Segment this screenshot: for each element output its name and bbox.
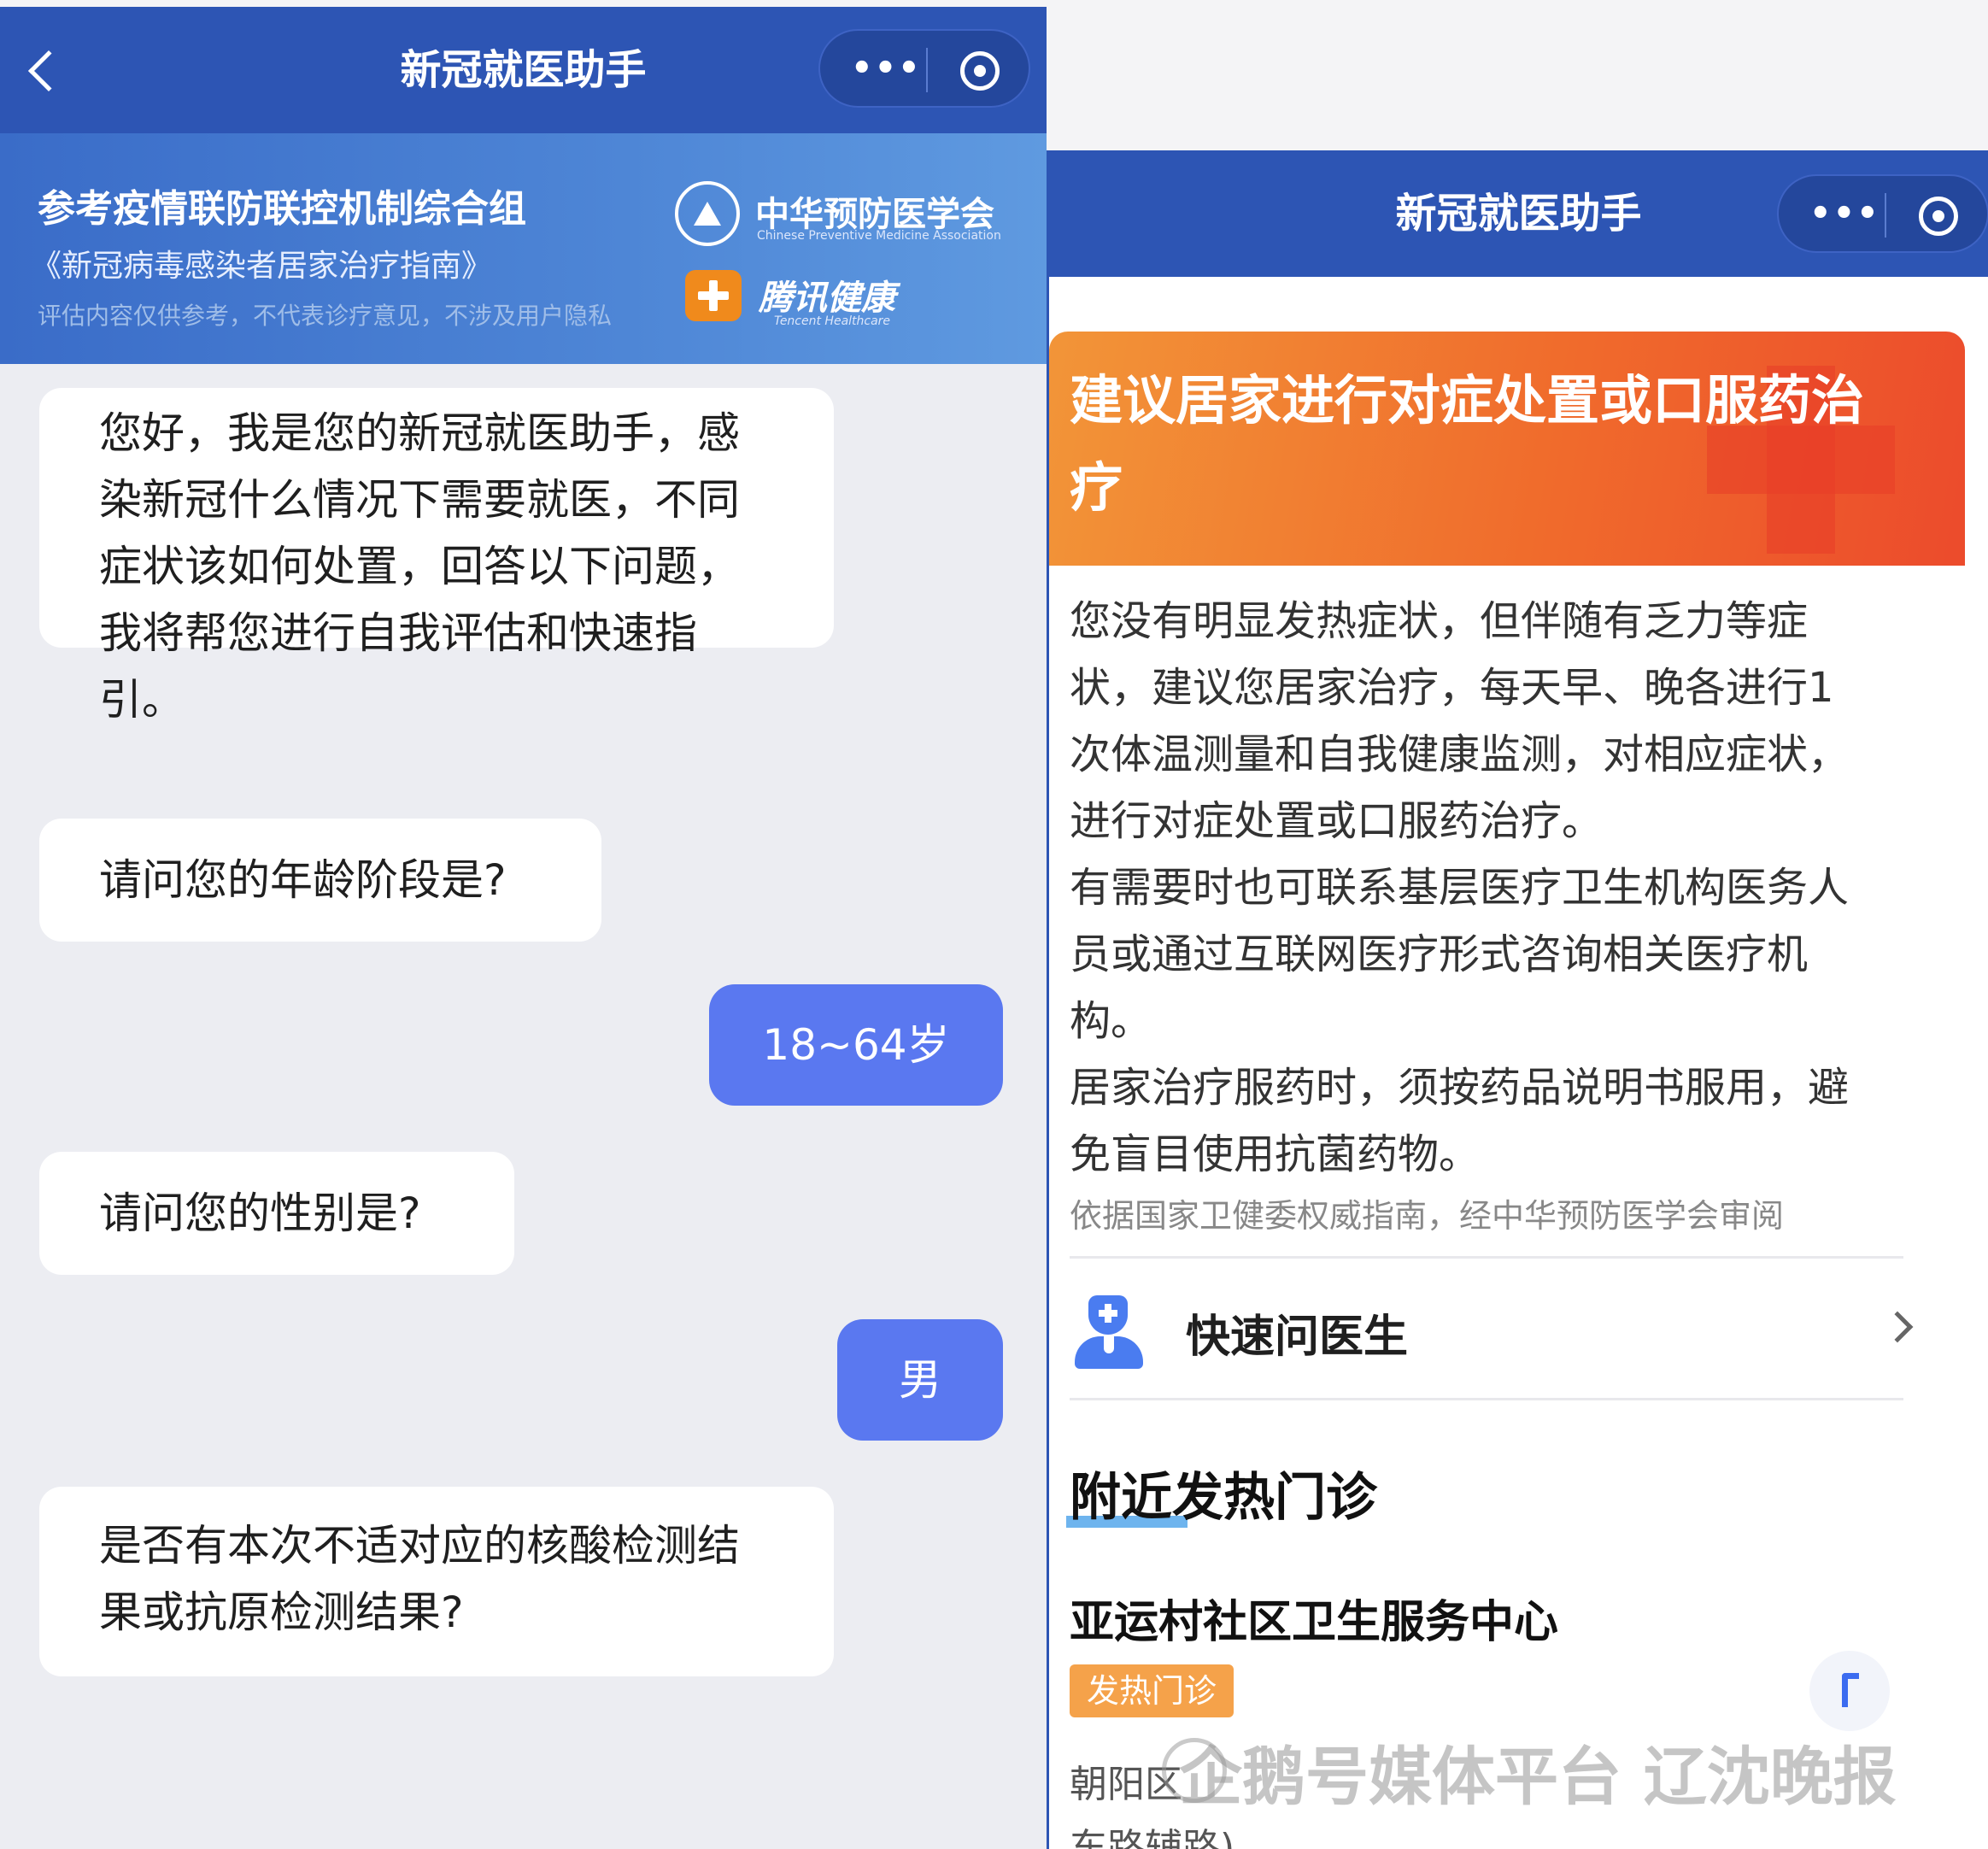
advice-line: 次体温测量和自我健康监测，对相应症状，: [1070, 731, 1850, 778]
divider: [1070, 1398, 1903, 1400]
source-note: 依据国家卫健委权威指南，经中华预防医学会审阅: [1070, 1197, 1785, 1235]
capsule-divider: [926, 48, 928, 92]
screenshot-composite: 新冠就医助手 ••• 参考疫情联防联控机制综合组 《新冠病毒感染者居家治疗指南》…: [0, 0, 1988, 1849]
advice-line: 构。: [1070, 997, 1152, 1045]
tencent-health-logo-subtitle: Tencent Healthcare: [774, 314, 891, 328]
chat-screen: 新冠就医助手 ••• 参考疫情联防联控机制综合组 《新冠病毒感染者居家治疗指南》…: [0, 7, 1047, 1849]
advice-line: 员或通过互联网医疗形式咨询相关医疗机: [1070, 930, 1809, 978]
close-target-icon[interactable]: [960, 51, 1000, 91]
chevron-right-icon: [1881, 1311, 1914, 1343]
source-banner: 参考疫情联防联控机制综合组 《新冠病毒感染者居家治疗指南》 评估内容仅供参考，不…: [0, 133, 1047, 364]
tencent-health-logo-icon: [685, 270, 742, 321]
result-screen: 新冠就医助手 ••• 建议居家进行对症处置或口服药治疗 您没有明显发热症状，但伴…: [1047, 150, 1988, 1849]
more-menu-icon[interactable]: •••: [851, 51, 920, 85]
divider: [1070, 1256, 1903, 1259]
message-line: 您好，我是您的新冠就医助手，感: [99, 408, 740, 458]
tencent-health-logo-title: 腾讯健康: [759, 279, 895, 318]
doctor-body-shape: [1075, 1336, 1143, 1369]
doctor-icon: [1075, 1295, 1143, 1369]
bot-message-age: 请问您的年龄阶段是?: [39, 819, 601, 942]
result-title: 建议居家进行对症处置或口服药治疗: [1070, 369, 1865, 519]
advice-line: 免盲目使用抗菌药物。: [1070, 1130, 1481, 1178]
cpma-logo-icon: [675, 181, 740, 246]
banner-disclaimer: 评估内容仅供参考，不代表诊疗意见，不涉及用户隐私: [38, 302, 613, 330]
bot-message-greeting: 您好，我是您的新冠就医助手，感 染新冠什么情况下需要就医，不同 症状该如何处置，…: [39, 388, 834, 725]
capsule-divider: [1885, 193, 1886, 238]
address-line: 东路辅路): [1070, 1826, 1235, 1849]
result-header-card: 建议居家进行对症处置或口服药治疗: [1049, 332, 1965, 566]
navigate-button[interactable]: [1809, 1651, 1890, 1731]
close-target-icon[interactable]: [1919, 197, 1958, 236]
message-line: 是否有本次不适对应的核酸检测结: [99, 1521, 740, 1570]
more-menu-icon[interactable]: •••: [1809, 197, 1879, 231]
bot-message-gender: 请问您的性别是?: [39, 1152, 514, 1275]
banner-source-line: 参考疫情联防联控机制综合组: [38, 187, 526, 231]
top-nav-bar: 新冠就医助手 •••: [1049, 150, 1988, 277]
turn-arrow-icon: [1842, 1673, 1859, 1707]
top-nav-bar: 新冠就医助手 •••: [0, 7, 1047, 133]
result-advice-text: 您没有明显发热症状，但伴随有乏力等症 状，建议您居家治疗，每天早、晚各进行1 次…: [1070, 588, 1932, 1188]
nearby-clinics-title: 附近发热门诊: [1070, 1468, 1377, 1528]
advice-line: 您没有明显发热症状，但伴随有乏力等症: [1070, 597, 1809, 645]
message-line: 引。: [99, 675, 185, 725]
advice-line: 进行对症处置或口服药治疗。: [1070, 797, 1604, 845]
doctor-head-shape: [1088, 1295, 1128, 1335]
fever-clinic-badge: 发热门诊: [1070, 1664, 1234, 1717]
bot-message-test-result: 是否有本次不适对应的核酸检测结 果或抗原检测结果?: [39, 1487, 834, 1676]
advice-line: 有需要时也可联系基层医疗卫生机构医务人: [1070, 864, 1850, 912]
watermark-text: 企鹅号媒体平台 辽沈晚报: [1179, 1740, 1897, 1814]
message-line: 果或抗原检测结果?: [99, 1588, 464, 1637]
advice-line: 居家治疗服药时，须按药品说明书服用，避: [1070, 1064, 1850, 1112]
clinic-name[interactable]: 亚运村社区卫生服务中心: [1070, 1586, 1558, 1650]
user-reply-age: 18~64岁: [709, 984, 1003, 1106]
mini-program-capsule: •••: [818, 29, 1030, 108]
message-line: 染新冠什么情况下需要就医，不同: [99, 475, 740, 525]
mini-program-capsule: •••: [1777, 174, 1988, 253]
message-line: 我将帮您进行自我评估和快速指: [99, 608, 697, 658]
banner-guide-title: 《新冠病毒感染者居家治疗指南》: [31, 249, 493, 284]
advice-line: 状，建议您居家治疗，每天早、晚各进行1: [1070, 664, 1834, 712]
cpma-logo-subtitle: Chinese Preventive Medicine Association: [757, 229, 1001, 243]
user-reply-gender: 男: [837, 1319, 1003, 1441]
message-line: 症状该如何处置，回答以下问题，: [99, 542, 740, 591]
ask-doctor-label: 快速问医生: [1186, 1312, 1409, 1363]
